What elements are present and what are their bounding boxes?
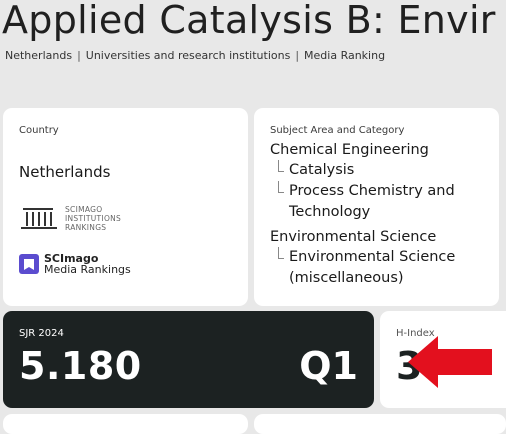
subject-area-card: Subject Area and Category Chemical Engin…: [254, 108, 499, 306]
subject-area-item[interactable]: Environmental Science: [270, 227, 490, 247]
breadcrumb-institutions-link[interactable]: Universities and research institutions: [86, 49, 291, 62]
breadcrumb-media-link[interactable]: Media Ranking: [304, 49, 385, 62]
sjr-quartile: Q1: [299, 344, 358, 388]
breadcrumb-separator: |: [77, 49, 81, 62]
journal-title: Applied Catalysis B: Envir: [2, 0, 496, 42]
subject-area-list: Chemical Engineering Catalysis Process C…: [270, 140, 490, 289]
sjr-label: SJR 2024: [19, 328, 64, 339]
bottom-card-right: [254, 414, 506, 434]
institutions-logo-text: SCIMAGO INSTITUTIONS RANKINGS: [65, 205, 122, 232]
institutions-building-icon: [21, 207, 57, 229]
category-item[interactable]: Environmental Science (miscellaneous): [270, 247, 490, 289]
category-item[interactable]: Process Chemistry and Technology: [270, 181, 490, 223]
bottom-card-left: [3, 414, 248, 434]
sjr-card: SJR 2024 5.180 Q1: [3, 311, 374, 408]
media-rankings-logo-text: SCImago Media Rankings: [44, 252, 131, 276]
breadcrumb-country-link[interactable]: Netherlands: [5, 49, 72, 62]
media-rankings-icon: [19, 254, 39, 274]
scimago-media-rankings-logo[interactable]: SCImago Media Rankings: [19, 253, 131, 275]
sjr-value: 5.180: [19, 344, 142, 388]
breadcrumb-separator: |: [295, 49, 300, 62]
country-label: Country: [19, 125, 59, 136]
country-name-link[interactable]: Netherlands: [19, 163, 110, 181]
breadcrumb: Netherlands | Universities and research in…: [5, 49, 385, 62]
scimago-institutions-logo[interactable]: SCIMAGO INSTITUTIONS RANKINGS: [19, 205, 121, 232]
red-arrow-annotation-icon: [408, 336, 492, 388]
country-card: Country Netherlands SCIMAGO INSTITUTIONS…: [3, 108, 248, 306]
category-item[interactable]: Catalysis: [270, 160, 490, 181]
subject-area-label: Subject Area and Category: [270, 125, 405, 136]
subject-area-item[interactable]: Chemical Engineering: [270, 140, 490, 160]
